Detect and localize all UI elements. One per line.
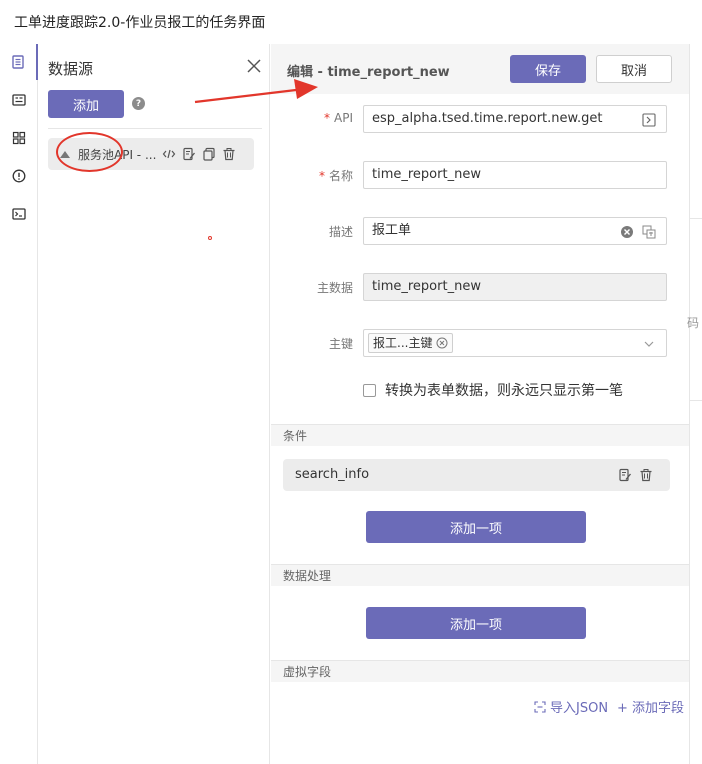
close-icon[interactable]	[246, 58, 262, 74]
api-row: * API esp_alpha.tsed.time.report.new.get	[271, 105, 689, 133]
datasource-icon	[12, 55, 24, 69]
clear-icon[interactable]	[620, 225, 634, 239]
desc-label: 描述	[328, 225, 353, 239]
add-processing-button[interactable]: 添加一项	[366, 607, 586, 639]
required-mark: *	[318, 169, 325, 183]
name-value: time_report_new	[372, 167, 481, 182]
checkbox-label: 转换为表单数据，则永远只显示第一笔	[385, 383, 623, 399]
pk-tag-label: 报工...主键	[373, 336, 433, 350]
add-datasource-button[interactable]: 添加	[48, 90, 124, 118]
clipped-text: 码	[687, 316, 700, 330]
edit-icon[interactable]	[618, 468, 632, 482]
form-data-checkbox-row[interactable]: 转换为表单数据，则永远只显示第一笔	[363, 381, 623, 399]
rail-datasource[interactable]	[0, 44, 38, 80]
background-panel-edge: 码	[687, 44, 702, 764]
api-picker-icon[interactable]	[642, 113, 656, 127]
code-icon[interactable]	[162, 147, 176, 161]
rail-grid[interactable]	[0, 120, 38, 156]
pk-label: 主键	[328, 337, 353, 351]
master-row: 主数据 time_report_new	[271, 273, 689, 301]
terminal-icon	[12, 208, 26, 220]
condition-item[interactable]: search_info	[283, 459, 670, 491]
desc-value: 报工单	[372, 223, 412, 238]
section-processing: 数据处理	[271, 564, 689, 586]
api-field[interactable]: esp_alpha.tsed.time.report.new.get	[363, 105, 667, 133]
import-icon	[534, 700, 546, 713]
section-conditions: 条件	[271, 424, 689, 446]
divider	[690, 400, 702, 401]
name-label-text: 名称	[328, 169, 353, 183]
desc-row: 描述 报工单	[271, 217, 689, 245]
editor-title: 编辑 - time_report_new	[287, 65, 450, 80]
copy-icon[interactable]	[202, 147, 216, 161]
import-json-link[interactable]: 导入JSON	[534, 697, 608, 716]
divider	[48, 128, 262, 129]
delete-icon[interactable]	[639, 468, 653, 482]
condition-item-label: search_info	[295, 467, 370, 482]
master-value: time_report_new	[372, 279, 481, 294]
name-field[interactable]: time_report_new	[363, 161, 667, 189]
pk-tag: 报工...主键	[368, 333, 454, 353]
chevron-down-icon[interactable]	[642, 337, 656, 351]
editor-panel: 编辑 - time_report_new 保存 取消 * API esp_alph…	[271, 44, 689, 764]
rail-terminal[interactable]	[0, 196, 38, 232]
rail-form[interactable]	[0, 82, 38, 118]
api-label-text: API	[334, 111, 353, 125]
tag-remove-icon[interactable]	[436, 337, 448, 349]
app-stage: 数据源 添加 ? 服务池API - ... 编辑 - time_report_n…	[0, 44, 702, 764]
rail-alert[interactable]	[0, 158, 38, 194]
help-icon[interactable]: ?	[132, 97, 145, 110]
icon-rail	[0, 44, 38, 764]
red-dot-marker	[208, 236, 212, 240]
cancel-button[interactable]: 取消	[596, 55, 672, 83]
name-label: * 名称	[319, 167, 353, 184]
edit-icon[interactable]	[182, 147, 196, 161]
form-data-checkbox[interactable]	[363, 383, 376, 397]
master-field: time_report_new	[363, 273, 667, 301]
name-row: * 名称 time_report_new	[271, 161, 689, 189]
section-virtual-fields: 虚拟字段	[271, 660, 689, 682]
divider	[690, 218, 702, 219]
api-value: esp_alpha.tsed.time.report.new.get	[372, 111, 603, 126]
pk-row: 主键 报工...主键	[271, 329, 689, 357]
api-label: * API	[324, 111, 353, 125]
grid-icon	[12, 131, 26, 145]
translate-icon[interactable]	[642, 225, 656, 239]
annotation-circle	[56, 132, 123, 172]
alert-icon	[12, 169, 26, 183]
save-button[interactable]: 保存	[510, 55, 586, 83]
required-mark: *	[324, 111, 331, 125]
editor-header: 编辑 - time_report_new 保存 取消	[271, 44, 689, 94]
pk-select[interactable]: 报工...主键	[363, 329, 667, 357]
form-icon	[12, 94, 26, 106]
delete-icon[interactable]	[222, 147, 236, 161]
datasource-title: 数据源	[48, 60, 94, 78]
import-json-label: 导入JSON	[550, 701, 609, 716]
desc-field[interactable]: 报工单	[363, 217, 667, 245]
page-caption: 工单进度跟踪2.0-作业员报工的任务界面	[14, 15, 266, 31]
add-field-link[interactable]: + 添加字段	[617, 697, 684, 716]
master-label: 主数据	[316, 281, 353, 295]
add-condition-button[interactable]: 添加一项	[366, 511, 586, 543]
